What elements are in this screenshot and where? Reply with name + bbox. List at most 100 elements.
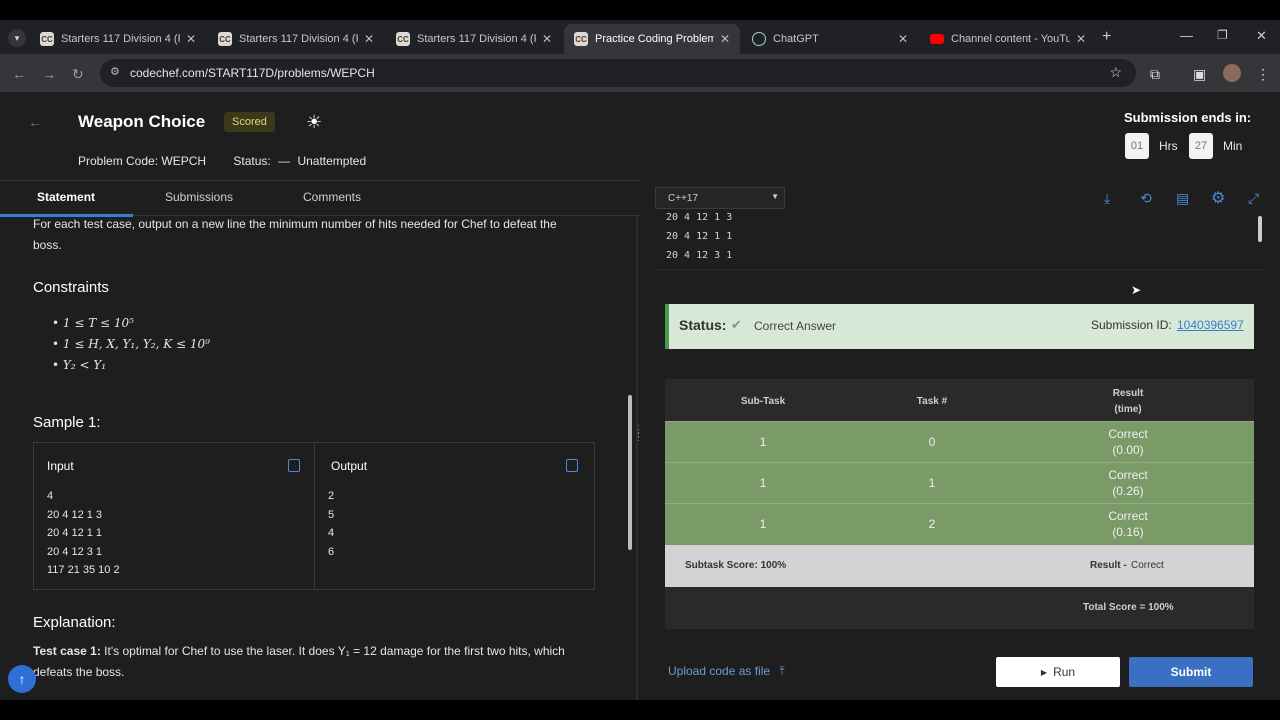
constraints-heading: Constraints	[33, 279, 109, 296]
statement-tabs: Statement Submissions Comments	[0, 180, 640, 217]
input-line: 117 21 35 10 2	[47, 564, 120, 576]
output-line-1: For each test case, output on a new line…	[33, 217, 557, 231]
upload-icon: ⤒	[779, 664, 785, 678]
table-row: 1 0 Correct (0.00)	[665, 421, 1254, 462]
submit-label: Submit	[1170, 665, 1212, 679]
fullscreen-icon[interactable]: ⤢	[1248, 190, 1259, 207]
input-label: Input	[47, 459, 74, 473]
browser-tab-5[interactable]: ChatGPT ✕	[742, 24, 918, 54]
menu-icon[interactable]: ⋮	[1256, 66, 1270, 83]
result-table: Sub-Task Task # Result (time) 1 0 Correct…	[665, 379, 1254, 629]
run-button[interactable]: ▶ Run	[996, 657, 1120, 687]
output-line-2: boss.	[33, 238, 62, 252]
explanation-text: Test case 1: It's optimal for Chef to us…	[33, 641, 565, 683]
statement-scrollbar[interactable]	[628, 395, 632, 550]
hours-box: 01	[1125, 133, 1149, 159]
browser-tab-6[interactable]: Channel content - YouTub ✕	[920, 24, 1096, 54]
test-case-label: Test case 1:	[33, 644, 101, 658]
problem-header: ← Weapon Choice Scored ☀ Problem Code: W…	[0, 92, 1280, 180]
tab-statement[interactable]: Statement	[37, 190, 95, 204]
close-icon[interactable]: ✕	[186, 32, 196, 46]
settings-gear-icon[interactable]: ⚙	[1211, 188, 1225, 208]
output-line: 4	[328, 527, 335, 539]
reset-icon[interactable]: ⟲	[1140, 190, 1152, 207]
tab-submissions[interactable]: Submissions	[165, 190, 233, 204]
result-status-label: Status:	[679, 317, 727, 333]
scroll-to-top-button[interactable]: ↑	[8, 665, 36, 693]
play-icon: ▶	[1040, 667, 1048, 677]
status-banner: Status: ✔ Correct Answer Submission ID: …	[665, 304, 1254, 349]
browser-tab-1[interactable]: CC Starters 117 Division 4 (Rat ✕	[30, 24, 206, 54]
side-panel-icon[interactable]: ▣	[1193, 66, 1206, 83]
minimize-icon[interactable]: —	[1180, 28, 1193, 43]
upload-label: Upload code as file	[668, 664, 771, 678]
forward-icon[interactable]: →	[42, 66, 56, 82]
submission-id-link[interactable]: 1040396597	[1177, 318, 1244, 332]
bookmark-star-icon[interactable]: ☆	[1109, 64, 1122, 81]
output-line: 6	[328, 545, 335, 558]
output-label: Output	[331, 459, 368, 473]
copy-icon[interactable]	[288, 459, 300, 472]
header-subtask: Sub-Task	[740, 396, 786, 407]
url-field[interactable]: ⚙ codechef.com/START117D/problems/WEPCH …	[100, 59, 1136, 87]
theme-toggle-icon[interactable]: ☀	[306, 112, 322, 133]
site-info-icon[interactable]: ⚙	[110, 65, 120, 78]
submit-button[interactable]: Submit	[1129, 657, 1253, 687]
panel-divider[interactable]	[636, 216, 638, 700]
subtask-score-row: Subtask Score: 100% Result - Correct	[665, 545, 1254, 587]
back-arrow-icon[interactable]: ←	[28, 114, 42, 130]
upload-code-link[interactable]: Upload code as file ⤒	[668, 664, 785, 679]
sample-output-column: Output 2 5 4 6	[315, 443, 595, 589]
subtask-score: Subtask Score: 100%	[685, 560, 787, 571]
codechef-icon: CC	[40, 32, 54, 46]
profile-avatar[interactable]	[1223, 64, 1241, 82]
input-line: 4	[47, 490, 54, 502]
tab-title: Starters 117 Division 4 (Rat	[239, 33, 358, 45]
table-header: Sub-Task Task # Result (time)	[665, 379, 1254, 421]
close-icon[interactable]: ✕	[720, 32, 730, 46]
language-select[interactable]: C++17 ▼	[655, 187, 785, 209]
browser-tab-4[interactable]: CC Practice Coding Problem - ✕	[564, 24, 740, 54]
input-line: 20 4 12 1 3	[47, 508, 103, 521]
save-icon[interactable]: ▤	[1176, 190, 1189, 207]
tab-comments[interactable]: Comments	[303, 190, 361, 204]
problem-title: Weapon Choice	[78, 112, 206, 131]
cell-subtask: 1	[759, 476, 767, 490]
new-tab-icon[interactable]: +	[1102, 28, 1111, 46]
constraint-item: • 1 ≤ H, X, Y₁, Y₂, K ≤ 10⁹	[52, 337, 210, 351]
header-result: Result (time)	[1078, 386, 1178, 418]
constraint-text: Y₂ < Y₁	[62, 358, 107, 372]
submission-ends-heading: Submission ends in:	[1124, 110, 1252, 125]
sample-input-column: Input 4 20 4 12 1 3 20 4 12 1 1 20 4 12 …	[34, 443, 315, 589]
close-icon[interactable]: ✕	[364, 32, 374, 46]
problem-code: Problem Code: WEPCH	[78, 154, 207, 168]
screen-top-border	[0, 0, 1280, 20]
explanation-line-1: It's optimal for Chef to use the laser. …	[104, 644, 565, 658]
back-icon[interactable]: ←	[12, 66, 26, 82]
result-text: Correct	[1108, 509, 1148, 523]
codechef-icon: CC	[574, 32, 588, 46]
result-status-value: Correct Answer	[754, 319, 837, 333]
window-close-icon[interactable]: ✕	[1256, 28, 1267, 44]
tab-title: Starters 117 Division 4 (Rat	[61, 33, 180, 45]
close-icon[interactable]: ✕	[542, 32, 552, 46]
browser-tab-2[interactable]: CC Starters 117 Division 4 (Rat ✕	[208, 24, 384, 54]
cell-subtask: 1	[759, 517, 767, 531]
url-text: codechef.com/START117D/problems/WEPCH	[130, 66, 375, 80]
input-line: 20 4 12 3 1	[47, 545, 103, 558]
codechef-icon: CC	[218, 32, 232, 46]
extensions-icon[interactable]: ⧉	[1150, 66, 1160, 83]
run-label: Run	[1053, 665, 1076, 679]
editor-scrollbar[interactable]	[1258, 216, 1262, 242]
browser-tab-3[interactable]: CC Starters 117 Division 4 (Rat ✕	[386, 24, 562, 54]
copy-icon[interactable]	[566, 459, 578, 472]
sample-input: 4 20 4 12 1 3 20 4 12 1 1 20 4 12 3 1 11…	[47, 487, 120, 580]
download-icon[interactable]: ⤓	[1104, 190, 1110, 207]
close-icon[interactable]: ✕	[898, 32, 908, 46]
header-time-text: (time)	[1114, 404, 1142, 415]
code-editor[interactable]: 20 4 12 1 3 20 4 12 1 1 20 4 12 3 1	[656, 212, 1262, 270]
restore-icon[interactable]: ❐	[1217, 28, 1228, 42]
close-icon[interactable]: ✕	[1076, 32, 1086, 46]
tab-search-icon[interactable]: ▾	[8, 29, 26, 47]
reload-icon[interactable]: ↻	[72, 66, 84, 83]
